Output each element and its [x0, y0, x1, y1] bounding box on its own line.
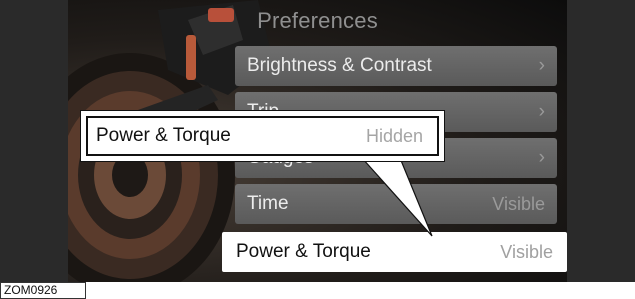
menu-item-value: Visible: [492, 193, 545, 214]
right-bezel: [567, 0, 635, 282]
chevron-right-icon: ›: [538, 101, 545, 122]
menu-item-label: Brightness & Contrast: [247, 55, 432, 76]
figure-code: ZOM0926: [0, 282, 86, 299]
left-bezel: [0, 0, 68, 282]
callout-value: Hidden: [365, 125, 423, 146]
callout-zoom: Power & Torque Hidden: [81, 111, 444, 161]
page-title: Preferences: [257, 8, 378, 33]
chevron-right-icon: ›: [538, 147, 545, 168]
menu-item-value: Visible: [500, 241, 553, 262]
menu-item-brightness-contrast[interactable]: Brightness & Contrast ›: [235, 46, 557, 86]
menu-item-time[interactable]: Time Visible: [235, 184, 557, 224]
chevron-right-icon: ›: [538, 55, 545, 76]
menu-item-label: Power & Torque: [236, 241, 371, 262]
callout-label: Power & Torque: [96, 125, 231, 146]
callout-setting-row: Power & Torque Hidden: [86, 116, 439, 156]
menu-item-label: Time: [247, 193, 289, 214]
menu-item-power-torque-selected[interactable]: Power & Torque Visible: [222, 232, 567, 272]
